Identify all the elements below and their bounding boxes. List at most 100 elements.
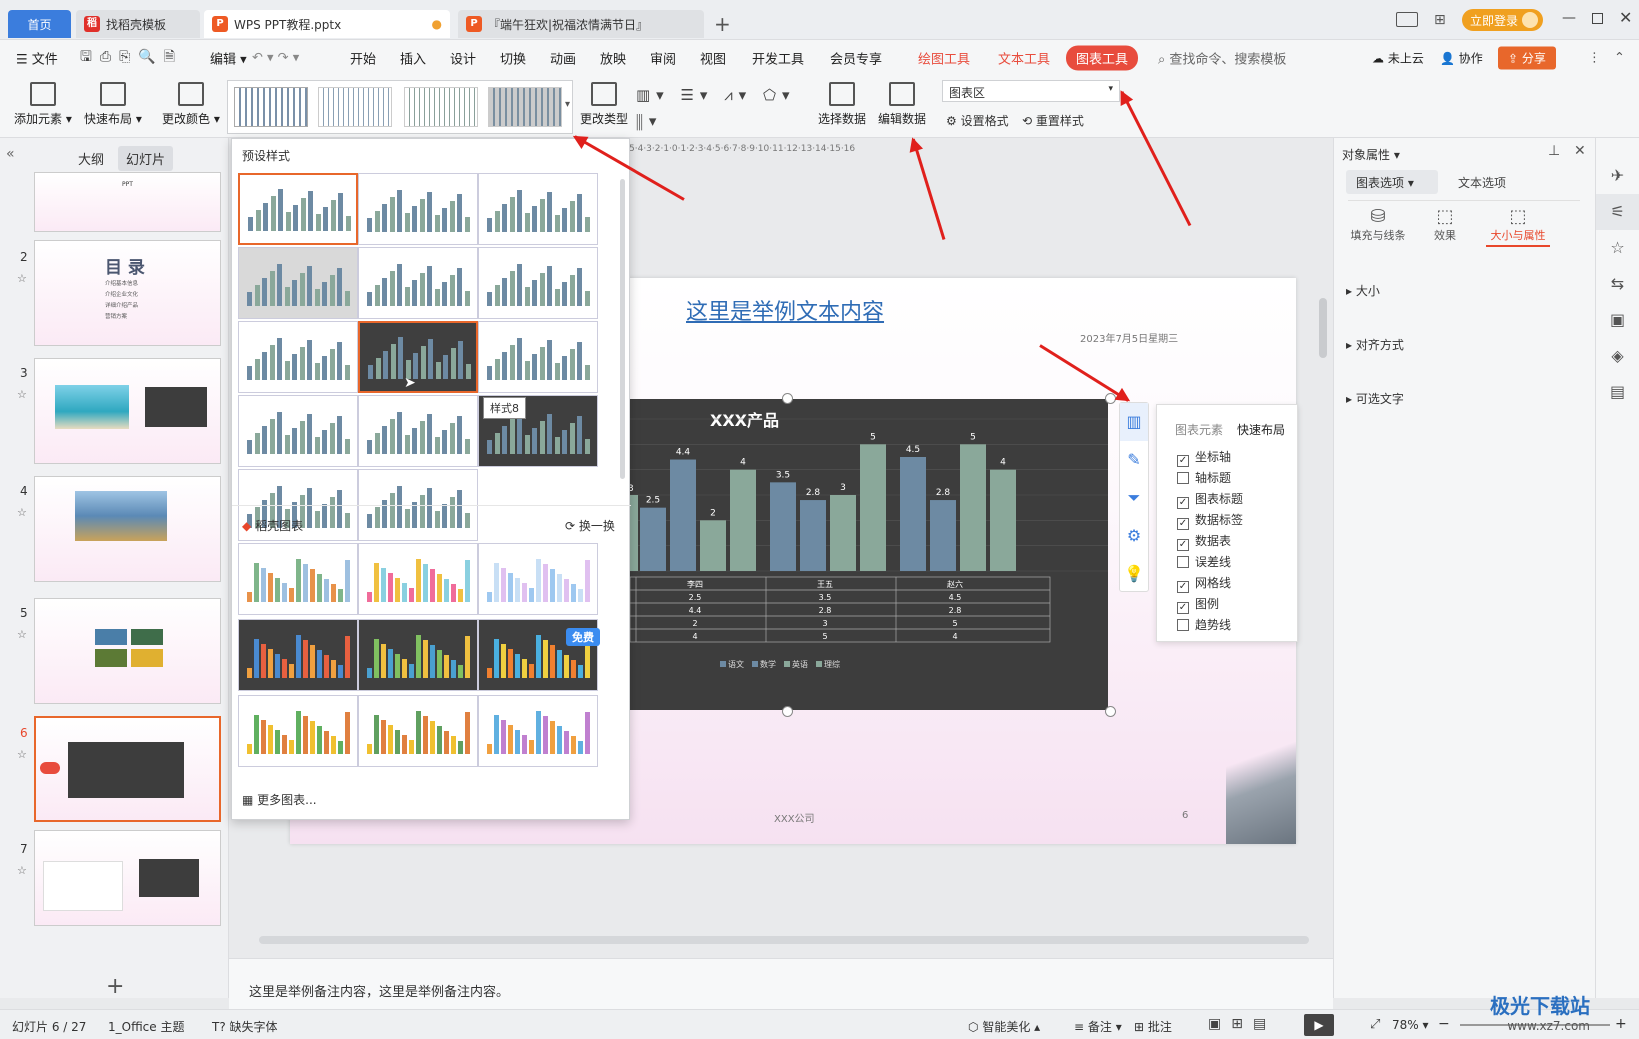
daoke-chart-swatch[interactable] bbox=[358, 619, 478, 691]
zoom-level[interactable]: 78% ▾ bbox=[1392, 1018, 1429, 1032]
change-color-button[interactable]: 更改颜色 ▾ bbox=[162, 82, 220, 127]
tab-chart-elements[interactable]: 图表元素 bbox=[1175, 421, 1223, 438]
quick-layout-button[interactable]: 快速布局 ▾ bbox=[84, 82, 142, 127]
daoke-chart-swatch[interactable] bbox=[238, 695, 358, 767]
slide-thumb-7[interactable] bbox=[34, 830, 221, 926]
notes-toggle[interactable]: ≡ 备注 ▾ bbox=[1074, 1018, 1122, 1035]
add-element-button[interactable]: 添加元素 ▾ bbox=[14, 82, 72, 127]
tab-outline[interactable]: 大纲 bbox=[78, 149, 104, 168]
settings-sliders-icon[interactable]: ⚟ bbox=[1596, 194, 1639, 230]
menu-animation[interactable]: 动画 bbox=[550, 49, 576, 68]
rocket-icon[interactable]: ✈ bbox=[1596, 158, 1639, 194]
chart-brush-icon[interactable]: ✎ bbox=[1120, 441, 1148, 479]
tab-chart-options[interactable]: 图表选项 ▾ bbox=[1346, 170, 1438, 194]
comment-toggle[interactable]: ⊞ 批注 bbox=[1134, 1018, 1172, 1035]
login-button[interactable]: 立即登录 bbox=[1462, 9, 1543, 31]
preset-style-swatch[interactable] bbox=[478, 173, 598, 245]
maximize-icon[interactable] bbox=[1592, 13, 1603, 24]
preset-style-swatch[interactable] bbox=[238, 173, 358, 245]
location-icon[interactable]: ◈ bbox=[1596, 338, 1639, 374]
vertical-scrollbar[interactable] bbox=[1319, 298, 1327, 358]
close-icon[interactable]: ✕ bbox=[1619, 8, 1632, 27]
edit-data-button[interactable]: 编辑数据 bbox=[878, 82, 926, 127]
checkbox-icon[interactable]: ✓ bbox=[1177, 581, 1189, 593]
set-format-button[interactable]: ⚙ 设置格式 bbox=[946, 112, 1009, 129]
menu-insert[interactable]: 插入 bbox=[400, 49, 426, 68]
fill-line-tab[interactable]: ⛁ 填充与线条 bbox=[1348, 206, 1408, 243]
menu-dev[interactable]: 开发工具 bbox=[752, 49, 804, 68]
menu-edit[interactable]: 编辑 ▾ bbox=[210, 49, 247, 68]
cloud-status[interactable]: ☁ 未上云 bbox=[1372, 50, 1424, 67]
menu-review[interactable]: 审阅 bbox=[650, 49, 676, 68]
preset-style-swatch[interactable] bbox=[478, 321, 598, 393]
tab-doc[interactable]: P WPS PPT教程.pptx ● bbox=[204, 10, 450, 38]
slide-thumb-4[interactable] bbox=[34, 476, 221, 582]
effect-tab[interactable]: ⬚ 效果 bbox=[1420, 206, 1470, 243]
apps-grid-icon[interactable]: ⊞ bbox=[1434, 12, 1446, 28]
image-icon[interactable]: ▣ bbox=[1596, 302, 1639, 338]
gallery-style-1[interactable] bbox=[234, 87, 308, 127]
slide-heading[interactable]: 这里是举例文本内容 bbox=[686, 294, 884, 326]
preset-style-swatch[interactable] bbox=[358, 247, 478, 319]
chart-settings-icon[interactable]: ⚙ bbox=[1120, 517, 1148, 555]
daoke-chart-swatch[interactable] bbox=[238, 543, 358, 615]
preset-style-swatch[interactable] bbox=[358, 395, 478, 467]
window-layout-icon[interactable] bbox=[1396, 12, 1418, 27]
chart-area[interactable]: XXX产品 3 2.5 4.4 2 4 3.5 2.8 3 5 4.5 2.8 5 4 李四 2.5 4.4 2… bbox=[630, 399, 1108, 710]
section-size[interactable]: ▸ 大小 bbox=[1346, 282, 1380, 299]
checkbox-icon[interactable]: ✓ bbox=[1177, 539, 1189, 551]
dropdown-scrollbar[interactable] bbox=[620, 179, 625, 479]
section-alt-text[interactable]: ▸ 可选文字 bbox=[1346, 390, 1404, 407]
size-props-tab[interactable]: ⬚ 大小与属性 bbox=[1486, 206, 1550, 247]
refresh-button[interactable]: ⟳ 换一换 bbox=[565, 517, 615, 534]
tab-quick-layout[interactable]: 快速布局 bbox=[1237, 421, 1285, 438]
daoke-chart-swatch[interactable] bbox=[358, 695, 478, 767]
preset-style-swatch[interactable] bbox=[238, 247, 358, 319]
object-props-title[interactable]: 对象属性 ▾ bbox=[1342, 146, 1400, 163]
checkbox-icon[interactable] bbox=[1177, 556, 1189, 568]
fit-icon[interactable]: ⤢ bbox=[1370, 1017, 1380, 1032]
preset-style-swatch[interactable] bbox=[358, 173, 478, 245]
gallery-style-3[interactable] bbox=[404, 87, 478, 127]
checkbox-icon[interactable] bbox=[1177, 472, 1189, 484]
chart-element-option[interactable]: ✓ 数据表 bbox=[1177, 531, 1243, 552]
checkbox-icon[interactable]: ✓ bbox=[1177, 518, 1189, 530]
star-tool-icon[interactable]: ☆ bbox=[1596, 230, 1639, 266]
view-mode-icons[interactable]: ▣⊞▤ bbox=[1208, 1016, 1276, 1032]
section-align[interactable]: ▸ 对齐方式 bbox=[1346, 336, 1404, 353]
collapse-ribbon-icon[interactable]: ⌃ bbox=[1614, 51, 1625, 66]
chart-element-option[interactable]: 轴标题 bbox=[1177, 468, 1243, 489]
menu-start[interactable]: 开始 bbox=[350, 49, 376, 68]
menu-text-tool[interactable]: 文本工具 bbox=[998, 49, 1050, 68]
smart-beautify[interactable]: ⬡ 智能美化 ▴ bbox=[968, 1018, 1040, 1035]
resize-handle[interactable] bbox=[782, 706, 793, 717]
preset-style-swatch[interactable] bbox=[358, 321, 478, 393]
horizontal-scrollbar[interactable] bbox=[259, 936, 1309, 944]
chart-element-option[interactable]: ✓ 图表标题 bbox=[1177, 489, 1243, 510]
new-tab-plus-icon[interactable]: + bbox=[714, 12, 731, 36]
menu-member[interactable]: 会员专享 bbox=[830, 49, 882, 68]
tab-slides[interactable]: 幻灯片 bbox=[118, 146, 174, 171]
slide-thumb-2[interactable]: 目 录 介绍基本信息 介绍企业文化 详细介绍产品 营销方案 bbox=[34, 240, 221, 346]
checkbox-icon[interactable]: ✓ bbox=[1177, 455, 1189, 467]
zoom-out-icon[interactable]: − bbox=[1438, 1016, 1450, 1032]
chart-elements-icon[interactable]: ▥ bbox=[1120, 403, 1148, 441]
slide-thumb-6[interactable] bbox=[34, 716, 221, 822]
panel-close-icon[interactable]: ✕ bbox=[1574, 143, 1586, 159]
zoom-in-icon[interactable]: + bbox=[1615, 1016, 1627, 1032]
tab-template[interactable]: 稻找稻壳模板 bbox=[76, 10, 200, 38]
transfer-icon[interactable]: ⇆ bbox=[1596, 266, 1639, 302]
tab-home[interactable]: 首页 bbox=[8, 10, 71, 38]
daoke-chart-swatch[interactable] bbox=[358, 543, 478, 615]
missing-font[interactable]: T? 缺失字体 bbox=[212, 1018, 278, 1035]
chart-filter-icon[interactable]: ⏷ bbox=[1120, 479, 1148, 517]
menu-view[interactable]: 视图 bbox=[700, 49, 726, 68]
checkbox-icon[interactable]: ✓ bbox=[1177, 602, 1189, 614]
tab-other[interactable]: P 『端午狂欢|祝福浓情满节日』 bbox=[458, 10, 704, 38]
pin-icon[interactable]: ⊥ bbox=[1548, 143, 1560, 159]
slide-thumb-5[interactable] bbox=[34, 598, 221, 704]
collapse-panel-icon[interactable]: « bbox=[6, 146, 15, 162]
menu-design[interactable]: 设计 bbox=[450, 49, 476, 68]
minimize-icon[interactable]: — bbox=[1562, 10, 1576, 26]
notes-text[interactable]: 这里是举例备注内容，这里是举例备注内容。 bbox=[249, 981, 509, 1000]
